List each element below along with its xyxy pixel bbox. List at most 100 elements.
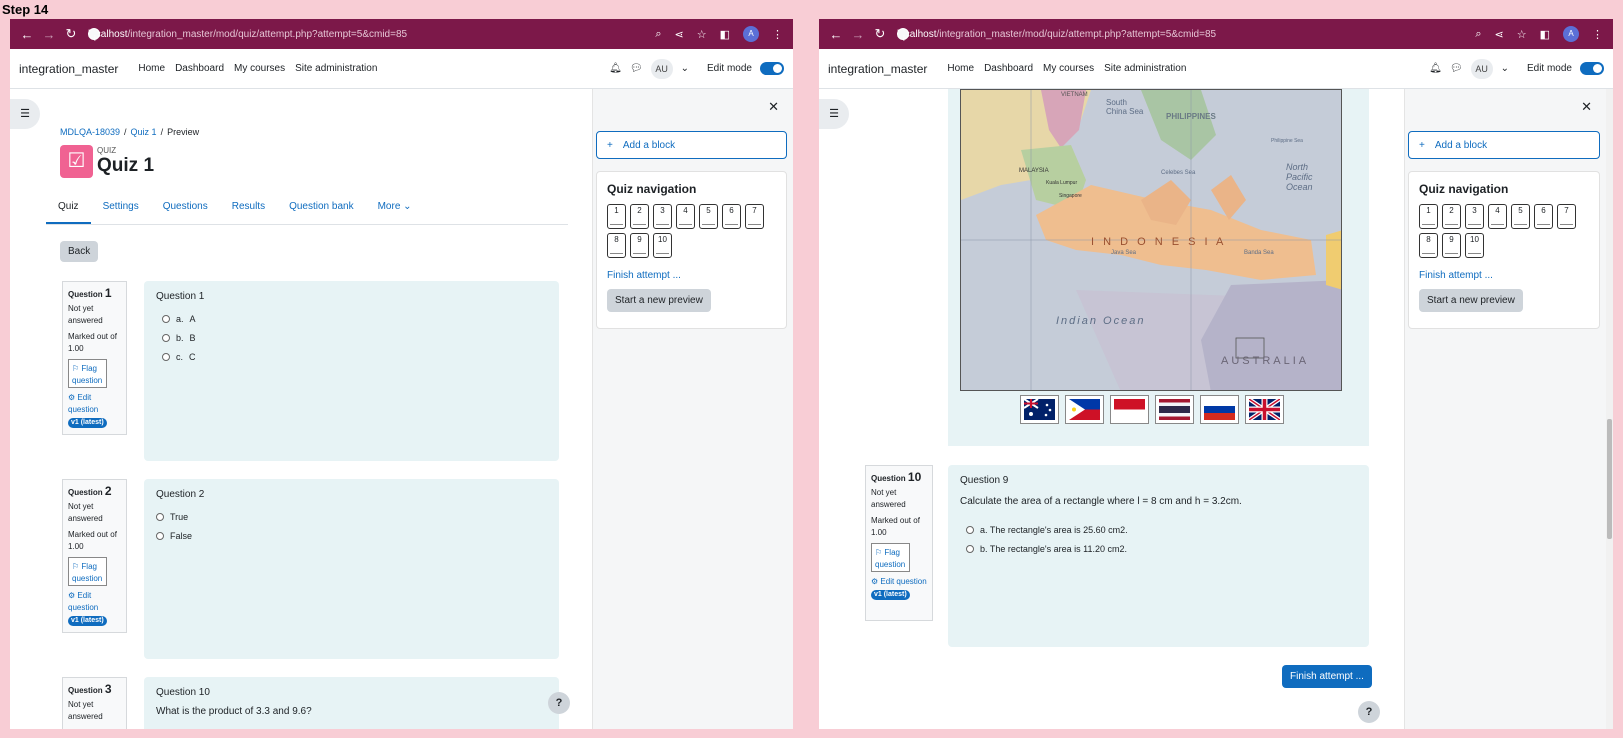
start-new-preview-button[interactable]: Start a new preview — [607, 289, 711, 312]
tab-questions[interactable]: Questions — [151, 197, 220, 224]
help-button[interactable]: ? — [548, 692, 570, 714]
nav-dashboard[interactable]: Dashboard — [984, 63, 1033, 74]
quiz-nav-button[interactable]: 7 — [1557, 204, 1576, 229]
flag-question-link[interactable]: ⚐ Flag question — [68, 359, 107, 388]
edit-mode-toggle[interactable] — [760, 62, 784, 75]
flag-question-link[interactable]: ⚐ Flag question — [871, 543, 910, 572]
radio-button[interactable] — [162, 353, 170, 361]
nav-home[interactable]: Home — [138, 63, 165, 74]
back-arrow-icon[interactable]: ← — [16, 27, 38, 42]
reload-icon[interactable]: ↻ — [60, 26, 82, 42]
answer-option[interactable]: False — [156, 531, 547, 541]
answer-option[interactable]: a. The rectangle's area is 25.60 cm2. — [966, 525, 1357, 535]
radio-button[interactable] — [156, 513, 164, 521]
nav-site-admin[interactable]: Site administration — [295, 63, 377, 74]
quiz-nav-button[interactable]: 9 — [630, 233, 649, 258]
nav-site-admin[interactable]: Site administration — [1104, 63, 1186, 74]
profile-avatar[interactable]: A — [743, 26, 759, 42]
quiz-nav-button[interactable]: 10 — [653, 233, 672, 258]
quiz-nav-button[interactable]: 8 — [1419, 233, 1438, 258]
russia-flag-option[interactable] — [1200, 395, 1239, 424]
radio-button[interactable] — [966, 545, 974, 553]
sidepanel-icon[interactable]: ◧ — [720, 28, 730, 41]
indonesia-flag-option[interactable] — [1110, 395, 1149, 424]
tab-question-bank[interactable]: Question bank — [277, 197, 366, 224]
sidepanel-icon[interactable]: ◧ — [1540, 28, 1550, 41]
page-scrollbar[interactable] — [1606, 89, 1613, 729]
user-avatar[interactable]: AU — [1470, 58, 1493, 79]
quiz-nav-button[interactable]: 5 — [1511, 204, 1530, 229]
share-icon[interactable]: ⋖ — [1495, 28, 1504, 41]
kebab-menu-icon[interactable]: ⋮ — [772, 28, 783, 41]
nav-dashboard[interactable]: Dashboard — [175, 63, 224, 74]
answer-option[interactable]: c. C — [162, 352, 547, 362]
quiz-nav-button[interactable]: 2 — [630, 204, 649, 229]
tab-results[interactable]: Results — [220, 197, 277, 224]
bell-icon[interactable]: 🔔︎ — [609, 63, 622, 74]
quiz-nav-button[interactable]: 4 — [676, 204, 695, 229]
address-bar[interactable]: i localhost/integration_master/mod/quiz/… — [88, 23, 655, 45]
back-button[interactable]: Back — [60, 241, 99, 262]
flag-question-link[interactable]: ⚐ Flag question — [68, 557, 107, 586]
site-brand[interactable]: integration_master — [19, 62, 118, 76]
site-info-icon[interactable]: i — [88, 28, 100, 43]
star-icon[interactable]: ☆ — [697, 28, 707, 41]
site-brand[interactable]: integration_master — [828, 62, 927, 76]
bell-icon[interactable]: 🔔︎ — [1429, 63, 1442, 74]
nav-home[interactable]: Home — [947, 63, 974, 74]
finish-attempt-link[interactable]: Finish attempt ... — [607, 270, 776, 281]
quiz-nav-button[interactable]: 7 — [745, 204, 764, 229]
chat-icon[interactable]: 💬︎ — [630, 63, 643, 74]
quiz-nav-button[interactable]: 3 — [1465, 204, 1484, 229]
answer-option[interactable]: a. A — [162, 314, 547, 324]
site-info-icon[interactable]: i — [897, 28, 909, 43]
reload-icon[interactable]: ↻ — [869, 26, 891, 42]
scrollbar-thumb[interactable] — [1607, 419, 1612, 539]
quiz-nav-button[interactable]: 1 — [1419, 204, 1438, 229]
back-arrow-icon[interactable]: ← — [825, 27, 847, 42]
finish-attempt-button[interactable]: Finish attempt ... — [1282, 665, 1372, 688]
course-index-toggle[interactable]: ☰ — [10, 99, 40, 129]
tab-more[interactable]: More ⌄ — [366, 197, 424, 224]
australia-flag-option[interactable] — [1020, 395, 1059, 424]
breadcrumb-course[interactable]: MDLQA-18039 — [60, 127, 120, 137]
address-bar[interactable]: i localhost/integration_master/mod/quiz/… — [897, 23, 1475, 45]
answer-option[interactable]: True — [156, 512, 547, 522]
thailand-flag-option[interactable] — [1155, 395, 1194, 424]
quiz-nav-button[interactable]: 2 — [1442, 204, 1461, 229]
quiz-nav-button[interactable]: 1 — [607, 204, 626, 229]
nav-my-courses[interactable]: My courses — [1043, 63, 1094, 74]
help-button[interactable]: ? — [1358, 701, 1380, 723]
forward-arrow-icon[interactable]: → — [38, 27, 60, 42]
edit-question-link[interactable]: ⚙ Edit question — [68, 392, 121, 416]
search-icon[interactable]: ⌕ — [655, 28, 661, 41]
breadcrumb-quiz[interactable]: Quiz 1 — [131, 127, 157, 137]
tab-quiz[interactable]: Quiz — [46, 197, 91, 224]
chat-icon[interactable]: 💬︎ — [1450, 63, 1463, 74]
quiz-nav-button[interactable]: 3 — [653, 204, 672, 229]
user-avatar[interactable]: AU — [650, 58, 673, 79]
close-icon[interactable]: ✕ — [768, 99, 779, 115]
profile-avatar[interactable]: A — [1563, 26, 1579, 42]
quiz-nav-button[interactable]: 4 — [1488, 204, 1507, 229]
close-icon[interactable]: ✕ — [1581, 99, 1592, 115]
answer-option[interactable]: b. The rectangle's area is 11.20 cm2. — [966, 544, 1357, 554]
radio-button[interactable] — [162, 315, 170, 323]
edit-question-link[interactable]: ⚙ Edit question — [871, 576, 927, 588]
add-block-button[interactable]: + Add a block — [1408, 131, 1600, 159]
share-icon[interactable]: ⋖ — [675, 28, 684, 41]
radio-button[interactable] — [162, 334, 170, 342]
philippines-flag-option[interactable] — [1065, 395, 1104, 424]
start-new-preview-button[interactable]: Start a new preview — [1419, 289, 1523, 312]
quiz-nav-button[interactable]: 6 — [1534, 204, 1553, 229]
add-block-button[interactable]: + Add a block — [596, 131, 787, 159]
radio-button[interactable] — [156, 532, 164, 540]
answer-option[interactable]: b. B — [162, 333, 547, 343]
chevron-down-icon[interactable]: ⌄ — [1501, 63, 1509, 74]
radio-button[interactable] — [966, 526, 974, 534]
quiz-nav-button[interactable]: 9 — [1442, 233, 1461, 258]
uk-flag-option[interactable] — [1245, 395, 1284, 424]
quiz-nav-button[interactable]: 6 — [722, 204, 741, 229]
chevron-down-icon[interactable]: ⌄ — [681, 63, 689, 74]
edit-question-link[interactable]: ⚙ Edit question — [68, 590, 121, 614]
